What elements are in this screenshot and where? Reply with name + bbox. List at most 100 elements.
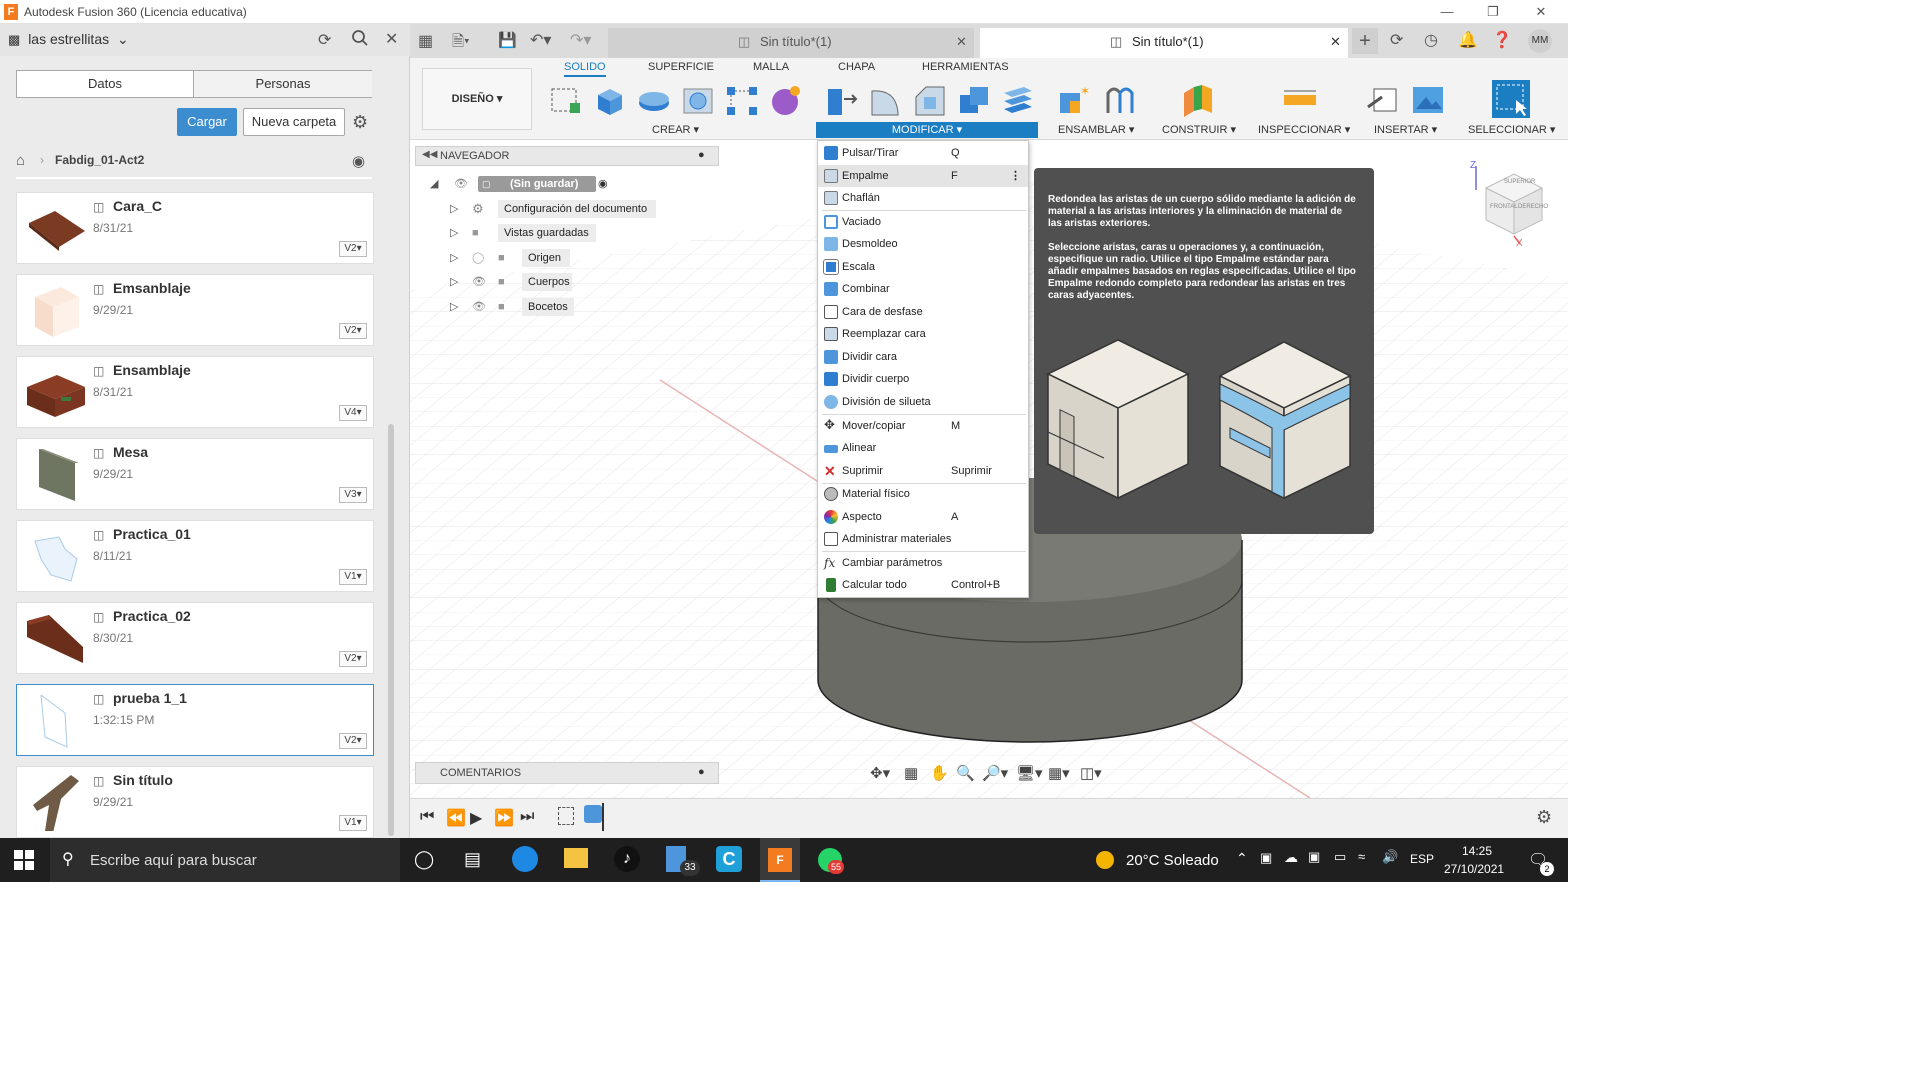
menu-item-shell[interactable]: Vaciado	[818, 211, 1028, 233]
viewports-icon[interactable]: ◫▾	[1080, 764, 1102, 782]
offset-plane-icon[interactable]	[1180, 83, 1216, 117]
file-card-sin-titulo[interactable]: ◫ Sin título 9/29/21 V1▾	[16, 766, 374, 838]
breadcrumb-folder[interactable]: Fabdig_01-Act2	[55, 153, 144, 167]
menu-item-split-body[interactable]: Dividir cuerpo	[818, 368, 1028, 390]
menu-item-delete[interactable]: ✕ Suprimir Suprimir	[818, 460, 1028, 482]
tab-document-1[interactable]: ◫ Sin título*(1) ✕	[608, 28, 974, 58]
modify-menu[interactable]: MODIFICAR ▾	[816, 122, 1038, 138]
menu-item-silhouette-split[interactable]: División de silueta	[818, 391, 1028, 413]
comments-panel[interactable]: COMENTARIOS ●	[415, 762, 719, 784]
new-folder-button[interactable]: Nueva carpeta	[243, 108, 345, 136]
tab-surface[interactable]: SUPERFICIE	[648, 61, 714, 73]
fit-icon[interactable]: 🔎▾	[982, 764, 1008, 782]
menu-item-physical-material[interactable]: Material físico	[818, 483, 1028, 505]
extensions-icon[interactable]: ⟳	[1390, 30, 1403, 50]
next-step-icon[interactable]: ⏩	[494, 808, 514, 828]
tab-people[interactable]: Personas	[194, 71, 372, 97]
language-indicator[interactable]: ESP	[1410, 852, 1434, 866]
upload-button[interactable]: Cargar	[177, 108, 237, 136]
look-at-icon[interactable]: ▦	[904, 764, 918, 782]
timeline-marker[interactable]	[602, 803, 604, 831]
feature-icon[interactable]	[584, 805, 602, 823]
version-dropdown[interactable]: V2▾	[339, 241, 367, 257]
tree-item-bodies[interactable]: ▷ 👁 ■ Cuerpos	[450, 272, 660, 292]
meet-now-icon[interactable]: ▣	[1260, 850, 1272, 866]
offset-face-icon[interactable]	[1000, 83, 1036, 117]
expand-arrow-icon[interactable]: ▷	[450, 297, 458, 317]
orbit-icon[interactable]: ✥▾	[870, 764, 890, 782]
minimize-panel-icon[interactable]: ●	[698, 149, 705, 161]
gear-icon[interactable]: ⚙	[352, 112, 368, 133]
redo-icon[interactable]: ↷▾	[570, 30, 591, 50]
file-card-prueba-1-1[interactable]: ◫ prueba 1_1 1:32:15 PM V2▾	[16, 684, 374, 756]
expand-arrow-icon[interactable]: ▷	[450, 248, 458, 268]
windows-start-icon[interactable]	[14, 850, 34, 873]
tab-tools[interactable]: HERRAMIENTAS	[922, 61, 1009, 73]
file-card-emsanblaje[interactable]: ◫ Emsanblaje 9/29/21 V2▾	[16, 274, 374, 346]
add-comment-icon[interactable]: ●	[698, 766, 705, 778]
save-icon[interactable]: 💾	[498, 31, 517, 49]
cortana-icon[interactable]: ◯	[414, 849, 434, 870]
press-pull-icon[interactable]	[824, 83, 860, 117]
menu-item-split-face[interactable]: Dividir cara	[818, 346, 1028, 368]
menu-item-draft[interactable]: Desmoldeo	[818, 233, 1028, 255]
menu-item-compute-all[interactable]: Calcular todo Control+B	[818, 574, 1028, 596]
fillet-icon[interactable]	[868, 83, 904, 117]
tab-document-2[interactable]: ◫ Sin título*(1) ✕	[980, 28, 1348, 58]
eye-icon[interactable]: 👁	[472, 297, 486, 317]
eye-icon[interactable]: 👁	[454, 174, 468, 194]
extrude-icon[interactable]	[592, 83, 628, 117]
clock-date[interactable]: 27/10/2021	[1444, 862, 1504, 876]
tree-item-sketches[interactable]: ▷ 👁 ■ Bocetos	[450, 297, 660, 317]
wifi-icon[interactable]: ≈	[1358, 849, 1365, 864]
version-dropdown[interactable]: V2▾	[339, 323, 367, 339]
joint-icon[interactable]	[1102, 83, 1138, 117]
user-avatar[interactable]: MM	[1528, 29, 1552, 53]
tab-data[interactable]: Datos	[17, 71, 194, 97]
menu-item-chamfer[interactable]: Chaflán	[818, 187, 1028, 209]
viewcube[interactable]: SUPERIOR FRONTAL DERECHO Z X	[1466, 160, 1558, 252]
combine-icon[interactable]	[956, 83, 992, 117]
grid-apps-icon[interactable]: ▦	[418, 31, 433, 51]
file-menu-icon[interactable]: 🗎▾	[452, 31, 470, 56]
pattern-icon[interactable]	[724, 83, 760, 117]
select-icon[interactable]	[1492, 80, 1530, 118]
file-card-ensamblaje[interactable]: ◫ Ensamblaje 8/31/21 V4▾	[16, 356, 374, 428]
more-options-icon[interactable]: ⋮	[1010, 165, 1021, 187]
insert-menu[interactable]: INSERTAR ▾	[1374, 123, 1437, 136]
version-dropdown[interactable]: V4▾	[339, 405, 367, 421]
task-view-icon[interactable]: ▤	[464, 849, 481, 870]
menu-item-scale[interactable]: Escala	[818, 256, 1028, 278]
chamfer-icon[interactable]	[912, 83, 948, 117]
revolve-icon[interactable]	[636, 83, 672, 117]
home-icon[interactable]: ⌂	[16, 152, 25, 169]
menu-item-fillet[interactable]: Empalme F ⋮	[818, 165, 1028, 187]
minimize-button[interactable]: —	[1424, 0, 1470, 24]
menu-item-change-parameters[interactable]: fx Cambiar parámetros	[818, 552, 1028, 574]
new-tab-button[interactable]: +	[1352, 28, 1378, 54]
timeline-settings-icon[interactable]: ⚙	[1536, 807, 1552, 828]
first-step-icon[interactable]: ⏮	[420, 808, 434, 826]
tree-item-saved-views[interactable]: ▷ ■ Vistas guardadas	[450, 223, 660, 243]
collapse-icon[interactable]: ◀◀	[422, 149, 437, 160]
insert-derive-icon[interactable]	[1366, 83, 1402, 117]
menu-item-replace-face[interactable]: Reemplazar cara	[818, 323, 1028, 345]
tree-root[interactable]: ◢ 👁 ▢ (Sin guardar) ◉	[430, 174, 620, 194]
close-tab-icon[interactable]: ✕	[956, 28, 967, 56]
cloud-icon[interactable]: ☁	[1284, 849, 1298, 866]
last-step-icon[interactable]: ⏭	[520, 808, 534, 826]
version-dropdown[interactable]: V1▾	[339, 569, 367, 585]
construct-menu[interactable]: CONSTRUIR ▾	[1162, 123, 1236, 136]
menu-item-align[interactable]: Alinear	[818, 437, 1028, 459]
file-card-mesa[interactable]: ◫ Mesa 9/29/21 V3▾	[16, 438, 374, 510]
insert-image-icon[interactable]	[1410, 83, 1446, 117]
refresh-icon[interactable]: ⟳	[318, 30, 331, 50]
app-c-icon[interactable]: C	[716, 846, 742, 872]
menu-item-manage-materials[interactable]: Administrar materiales	[818, 528, 1028, 550]
hole-icon[interactable]	[680, 83, 716, 117]
team-selector[interactable]: ▩ las estrellitas ⌄	[8, 31, 129, 48]
close-panel-icon[interactable]: ✕	[385, 29, 398, 49]
expand-arrow-icon[interactable]: ▷	[450, 272, 458, 292]
file-card-practica-01[interactable]: ◫ Practica_01 8/11/21 V1▾	[16, 520, 374, 592]
volume-icon[interactable]: 🔊	[1382, 849, 1398, 865]
